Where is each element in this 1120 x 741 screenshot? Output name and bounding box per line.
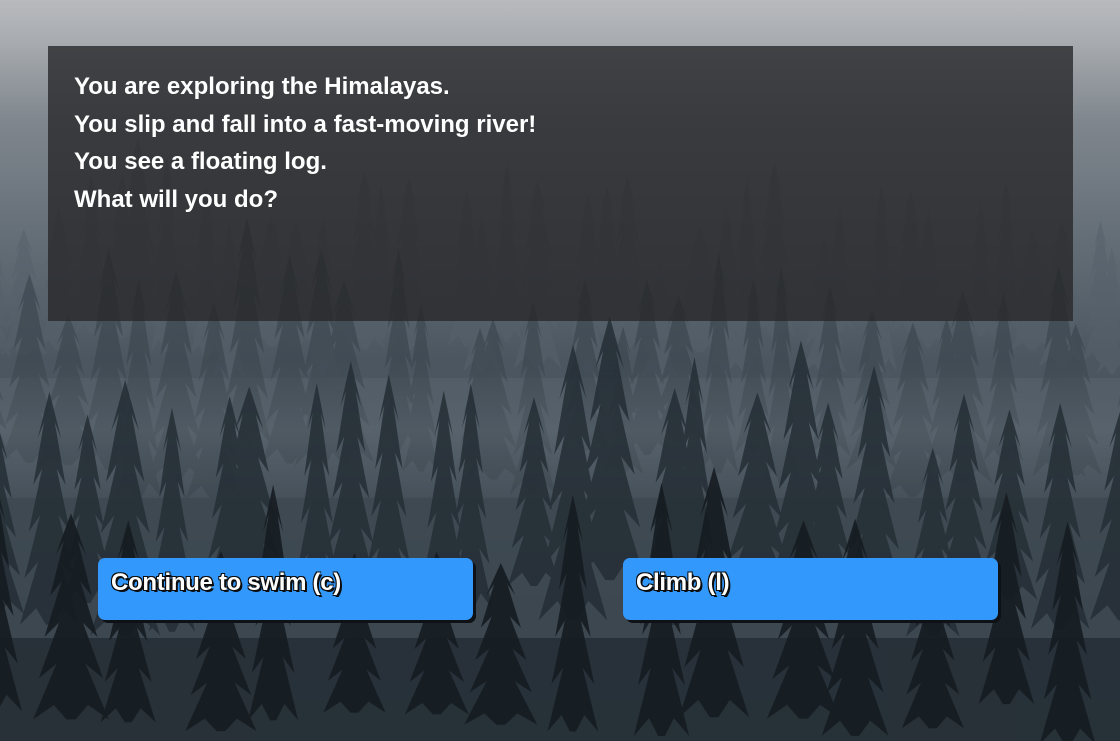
continue-to-swim-button[interactable]: Continue to swim (c) [98,558,473,620]
story-line-1: You are exploring the Himalayas. [74,73,450,100]
continue-to-swim-label: Continue to swim (c) [111,569,341,596]
climb-button[interactable]: Climb (l) [623,558,998,620]
story-line-4: What will you do? [74,185,278,213]
story-line-2: You slip and fall into a fast-moving riv… [74,110,537,138]
climb-label: Climb (l) [636,569,730,596]
story-text-panel: You are exploring the Himalayas. You sli… [48,46,1073,321]
story-line-3: You see a floating log. [74,148,327,175]
